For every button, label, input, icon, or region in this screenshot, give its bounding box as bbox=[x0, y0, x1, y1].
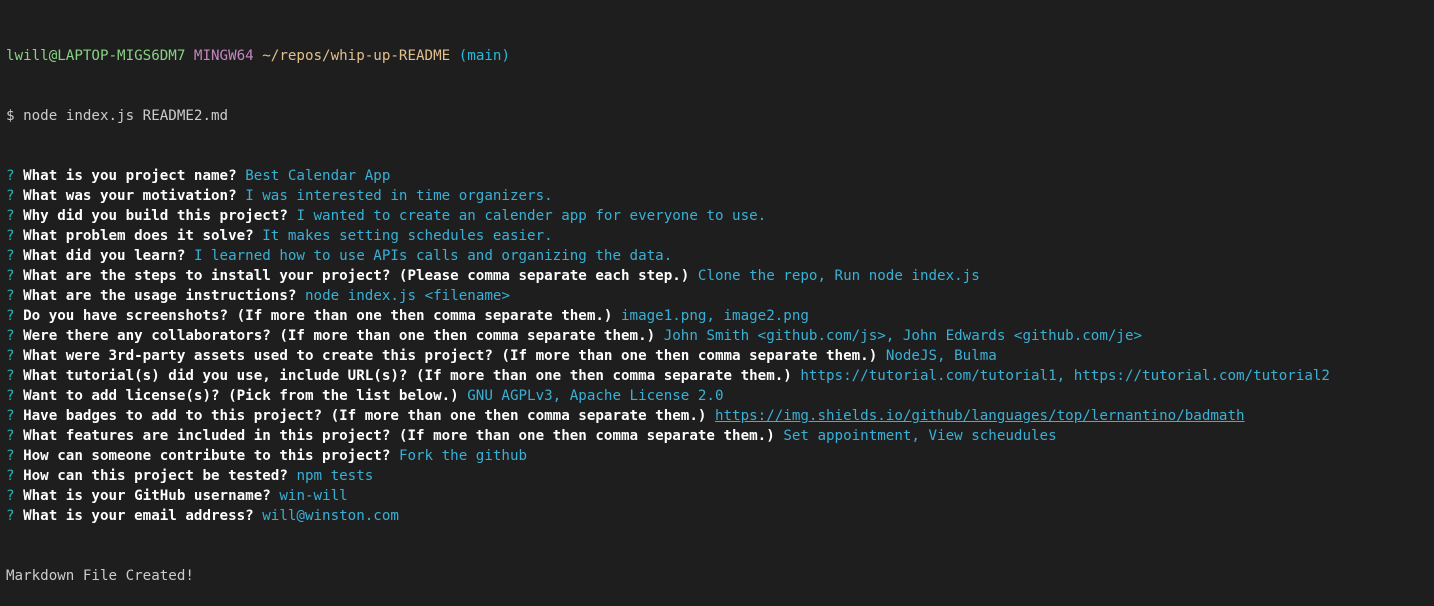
question-text: What are the steps to install your proje… bbox=[23, 268, 690, 284]
question-mark-icon: ? bbox=[6, 248, 15, 264]
answer-text: John Smith <github.com/js>, John Edwards… bbox=[663, 328, 1143, 344]
qa-line: ? What problem does it solve? It makes s… bbox=[6, 226, 1434, 246]
question-mark-icon: ? bbox=[6, 428, 15, 444]
question-mark-icon: ? bbox=[6, 368, 15, 384]
question-mark-icon: ? bbox=[6, 308, 15, 324]
answer-text: NodeJS, Bulma bbox=[885, 348, 997, 364]
question-mark-icon: ? bbox=[6, 488, 15, 504]
question-text: What is your GitHub username? bbox=[23, 488, 271, 504]
question-text: How can this project be tested? bbox=[23, 468, 288, 484]
qa-line: ? What are the usage instructions? node … bbox=[6, 286, 1434, 306]
qa-line: ? How can this project be tested? npm te… bbox=[6, 466, 1434, 486]
qa-list: ? What is you project name? Best Calenda… bbox=[6, 166, 1434, 526]
qa-line: ? What is your GitHub username? win-will bbox=[6, 486, 1434, 506]
answer-text: Clone the repo, Run node index.js bbox=[697, 268, 980, 284]
command-text: node index.js README2.md bbox=[23, 108, 229, 124]
answer-text: win-will bbox=[279, 488, 348, 504]
question-text: Why did you build this project? bbox=[23, 208, 288, 224]
question-mark-icon: ? bbox=[6, 228, 15, 244]
answer-text: It makes setting schedules easier. bbox=[262, 228, 553, 244]
command-line: $ node index.js README2.md bbox=[6, 106, 1434, 126]
question-text: What features are included in this proje… bbox=[23, 428, 775, 444]
answer-text: I learned how to use APIs calls and orga… bbox=[193, 248, 673, 264]
question-mark-icon: ? bbox=[6, 168, 15, 184]
answer-text: node index.js <filename> bbox=[304, 288, 510, 304]
question-mark-icon: ? bbox=[6, 188, 15, 204]
qa-line: ? How can someone contribute to this pro… bbox=[6, 446, 1434, 466]
question-text: What problem does it solve? bbox=[23, 228, 254, 244]
final-message: Markdown File Created! bbox=[6, 568, 194, 584]
answer-text: Fork the github bbox=[398, 448, 528, 464]
question-mark-icon: ? bbox=[6, 268, 15, 284]
qa-line: ? Why did you build this project? I want… bbox=[6, 206, 1434, 226]
question-text: Do you have screenshots? (If more than o… bbox=[23, 308, 613, 324]
question-mark-icon: ? bbox=[6, 328, 15, 344]
answer-text: Set appointment, View scheudules bbox=[783, 428, 1057, 444]
question-mark-icon: ? bbox=[6, 448, 15, 464]
question-text: Were there any collaborators? (If more t… bbox=[23, 328, 656, 344]
question-mark-icon: ? bbox=[6, 288, 15, 304]
question-text: What tutorial(s) did you use, include UR… bbox=[23, 368, 792, 384]
question-text: What is your email address? bbox=[23, 508, 254, 524]
question-text: What were 3rd-party assets used to creat… bbox=[23, 348, 878, 364]
qa-line: ? Do you have screenshots? (If more than… bbox=[6, 306, 1434, 326]
qa-line: ? Were there any collaborators? (If more… bbox=[6, 326, 1434, 346]
answer-text: Best Calendar App bbox=[245, 168, 391, 184]
qa-line: ? Have badges to add to this project? (I… bbox=[6, 406, 1434, 426]
question-text: Have badges to add to this project? (If … bbox=[23, 408, 707, 424]
prompt-line: lwill@LAPTOP-MIGS6DM7 MINGW64 ~/repos/wh… bbox=[6, 46, 1434, 66]
question-text: Want to add license(s)? (Pick from the l… bbox=[23, 388, 459, 404]
question-mark-icon: ? bbox=[6, 388, 15, 404]
question-mark-icon: ? bbox=[6, 468, 15, 484]
answer-text: https://tutorial.com/tutorial1, https://… bbox=[800, 368, 1330, 384]
qa-line: ? What features are included in this pro… bbox=[6, 426, 1434, 446]
system-label: MINGW64 bbox=[193, 48, 254, 64]
question-mark-icon: ? bbox=[6, 348, 15, 364]
question-mark-icon: ? bbox=[6, 208, 15, 224]
user-host: lwill@LAPTOP-MIGS6DM7 bbox=[6, 48, 186, 64]
question-text: How can someone contribute to this proje… bbox=[23, 448, 391, 464]
answer-text: GNU AGPLv3, Apache License 2.0 bbox=[467, 388, 724, 404]
current-path: ~/repos/whip-up-README bbox=[262, 48, 451, 64]
question-text: What are the usage instructions? bbox=[23, 288, 297, 304]
question-text: What is you project name? bbox=[23, 168, 237, 184]
answer-text: I wanted to create an calender app for e… bbox=[296, 208, 767, 224]
answer-text: npm tests bbox=[296, 468, 374, 484]
qa-line: ? Want to add license(s)? (Pick from the… bbox=[6, 386, 1434, 406]
prompt-symbol: $ bbox=[6, 108, 15, 124]
question-text: What did you learn? bbox=[23, 248, 186, 264]
git-branch: (main) bbox=[458, 48, 510, 64]
question-text: What was your motivation? bbox=[23, 188, 237, 204]
qa-line: ? What were 3rd-party assets used to cre… bbox=[6, 346, 1434, 366]
question-mark-icon: ? bbox=[6, 508, 15, 524]
answer-text: will@winston.com bbox=[262, 508, 399, 524]
answer-text: image1.png, image2.png bbox=[621, 308, 809, 324]
answer-link[interactable]: https://img.shields.io/github/languages/… bbox=[715, 408, 1245, 424]
qa-line: ? What is you project name? Best Calenda… bbox=[6, 166, 1434, 186]
qa-line: ? What are the steps to install your pro… bbox=[6, 266, 1434, 286]
terminal-output[interactable]: lwill@LAPTOP-MIGS6DM7 MINGW64 ~/repos/wh… bbox=[6, 6, 1434, 584]
qa-line: ? What is your email address? will@winst… bbox=[6, 506, 1434, 526]
qa-line: ? What was your motivation? I was intere… bbox=[6, 186, 1434, 206]
qa-line: ? What tutorial(s) did you use, include … bbox=[6, 366, 1434, 386]
qa-line: ? What did you learn? I learned how to u… bbox=[6, 246, 1434, 266]
answer-text: I was interested in time organizers. bbox=[245, 188, 553, 204]
question-mark-icon: ? bbox=[6, 408, 15, 424]
